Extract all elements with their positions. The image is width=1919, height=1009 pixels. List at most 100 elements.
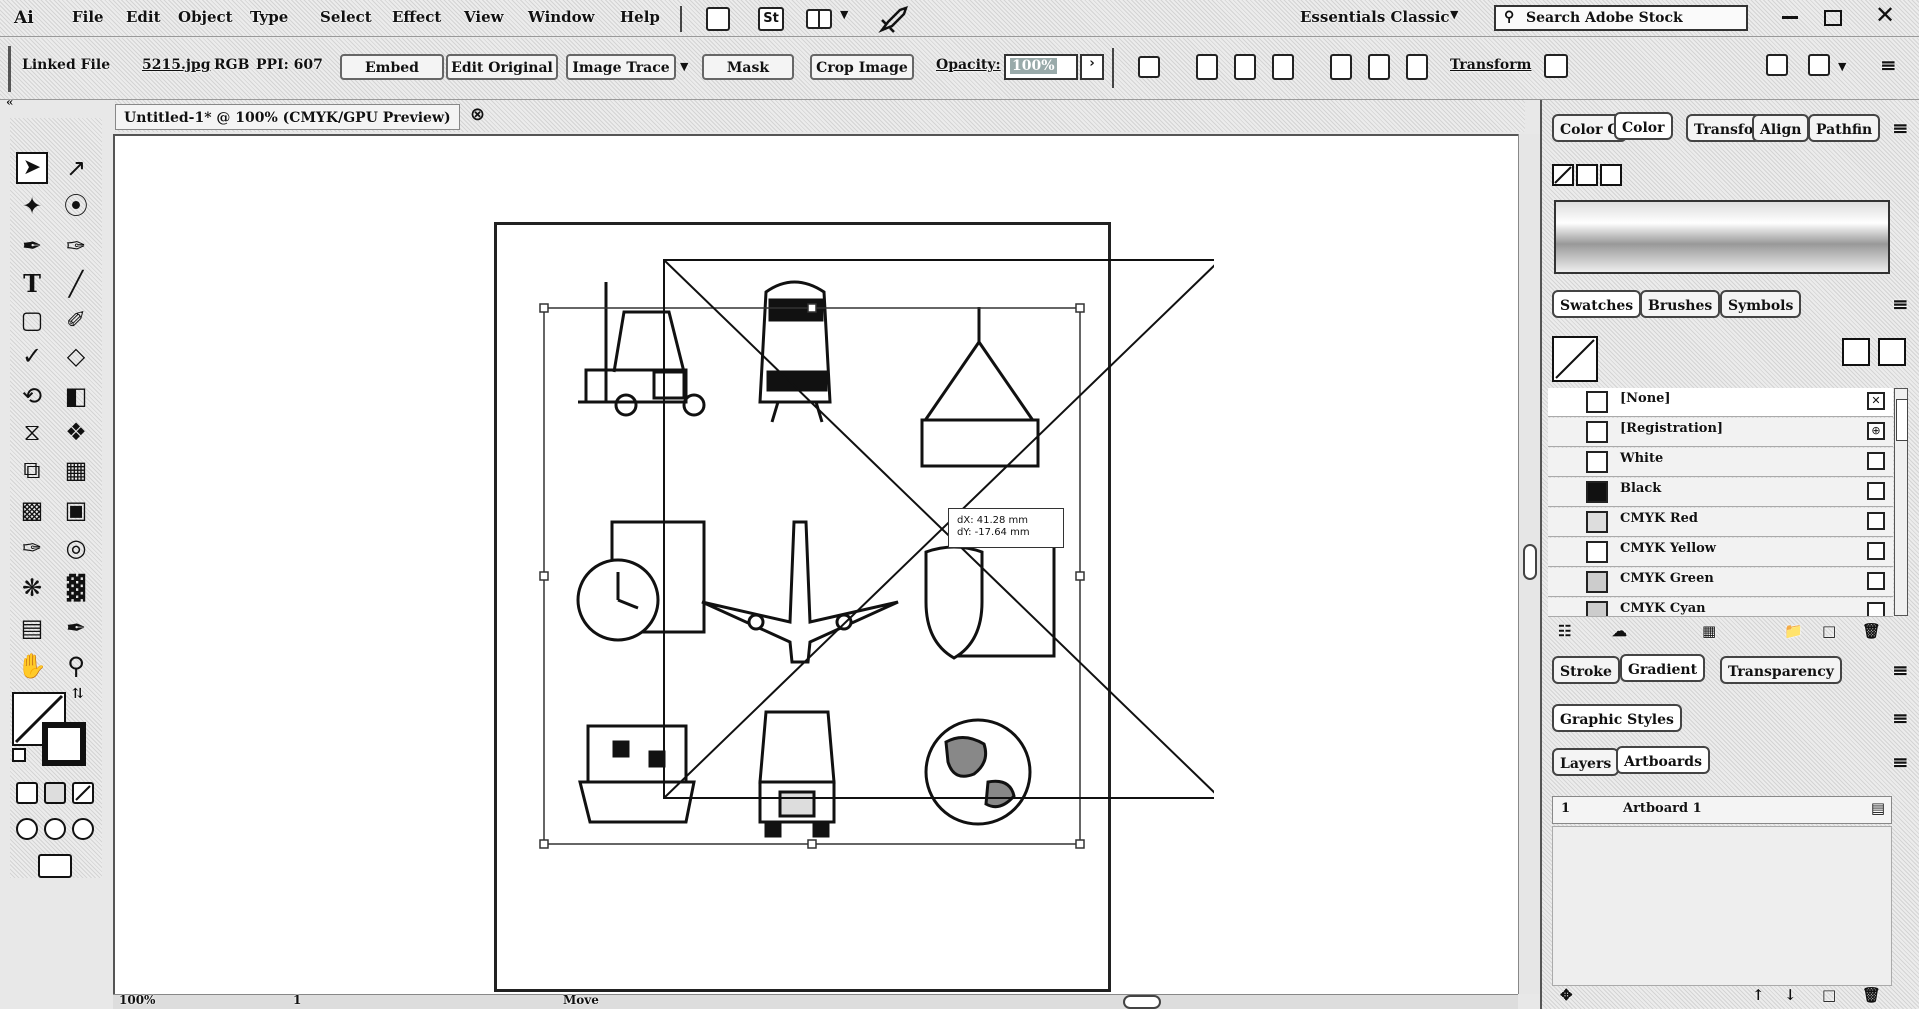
opacity-input[interactable]: 100% [1004, 54, 1078, 80]
swatch-row-cmyk-red[interactable]: CMYK Red [1548, 508, 1893, 537]
menu-view[interactable]: View [464, 8, 504, 26]
horizontal-scroll-thumb[interactable] [1123, 995, 1161, 1009]
column-graph-tool-icon[interactable]: ▓ [60, 572, 92, 604]
chevron-down-icon[interactable]: ▼ [840, 8, 848, 21]
tab-gradient[interactable]: Gradient [1620, 654, 1706, 682]
lasso-tool-icon[interactable]: ⦿ [60, 190, 92, 222]
artboard-tool-icon[interactable]: ▤ [16, 612, 48, 644]
swatch-options-icon[interactable]: ▦ [1702, 622, 1716, 640]
menu-file[interactable]: File [72, 8, 104, 26]
swatch-row-cmyk-yellow[interactable]: CMYK Yellow [1548, 538, 1893, 567]
stock-button[interactable]: St [758, 7, 784, 31]
tab-transform[interactable]: Transfo [1686, 114, 1762, 142]
type-tool-icon[interactable]: T [16, 268, 48, 300]
mask-button[interactable]: Mask [702, 54, 794, 80]
swatches-scrollbar[interactable] [1894, 388, 1908, 616]
edit-original-button[interactable]: Edit Original [446, 54, 558, 80]
align-top-icon[interactable] [1330, 54, 1352, 80]
gpu-rocket-icon[interactable] [878, 4, 910, 34]
move-down-icon[interactable]: ↓ [1784, 986, 1797, 1004]
swatch-libraries-icon[interactable]: ☷ [1558, 622, 1571, 640]
graphic-styles-menu-icon[interactable]: ≡ [1892, 706, 1909, 730]
placed-image[interactable] [494, 222, 1214, 1002]
none-mode-icon[interactable] [72, 782, 94, 804]
close-document-icon[interactable]: ⊗ [470, 104, 485, 125]
bridge-icon[interactable] [706, 7, 730, 31]
new-artboard-icon[interactable]: □ [1822, 986, 1836, 1004]
direct-selection-tool-icon[interactable]: ↗ [60, 152, 92, 184]
magic-wand-tool-icon[interactable]: ✦ [16, 190, 48, 222]
swatch-row-cmyk-cyan[interactable]: CMYK Cyan [1548, 598, 1893, 617]
hand-tool-icon[interactable]: ✋ [16, 650, 48, 682]
move-up-icon[interactable]: ↑ [1752, 986, 1765, 1004]
tab-artboards[interactable]: Artboards [1616, 746, 1710, 774]
puppet-warp-tool-icon[interactable]: ❖ [60, 416, 92, 448]
paintbrush-tool-icon[interactable]: ✐ [60, 304, 92, 336]
workspace-switcher[interactable]: Essentials Classic [1300, 8, 1450, 26]
delete-artboard-icon[interactable]: 🗑 [1862, 986, 1881, 1004]
perspective-grid-tool-icon[interactable]: ▦ [60, 454, 92, 486]
tab-pathfinder[interactable]: Pathfin [1808, 114, 1881, 142]
swatch-row-cmyk-green[interactable]: CMYK Green [1548, 568, 1893, 597]
artboard-page-number[interactable]: 1 [293, 993, 301, 1007]
color-none-icon[interactable] [1552, 164, 1574, 186]
swatch-row-white[interactable]: White [1548, 448, 1893, 477]
embed-button[interactable]: Embed [340, 54, 444, 80]
rectangle-tool-icon[interactable]: ▢ [16, 304, 48, 336]
draw-behind-icon[interactable] [44, 818, 66, 840]
pen-tool-icon[interactable]: ✒ [16, 230, 48, 262]
default-fill-stroke-icon[interactable] [12, 748, 26, 762]
distribute-chevron-icon[interactable]: ▼ [1838, 60, 1846, 73]
scale-tool-icon[interactable]: ◧ [60, 380, 92, 412]
list-view-icon[interactable] [1842, 338, 1870, 366]
collapse-toolbar-icon[interactable]: « [6, 95, 14, 109]
color-black-icon[interactable] [1600, 164, 1622, 186]
opacity-label[interactable]: Opacity: [936, 57, 1001, 73]
zoom-level[interactable]: 100% [119, 993, 155, 1007]
swap-fill-stroke-icon[interactable]: ⇅ [72, 686, 84, 702]
swatches-fill-stroke-icon[interactable] [1552, 336, 1598, 382]
menu-type[interactable]: Type [250, 8, 288, 26]
image-trace-chevron-icon[interactable]: ▼ [680, 60, 688, 73]
draw-normal-icon[interactable] [16, 818, 38, 840]
tab-stroke[interactable]: Stroke [1552, 656, 1620, 684]
artboards-menu-icon[interactable]: ≡ [1892, 750, 1909, 774]
grid-view-icon[interactable] [1878, 338, 1906, 366]
draw-inside-icon[interactable] [72, 818, 94, 840]
tab-layers[interactable]: Layers [1552, 748, 1620, 776]
file-name-link[interactable]: 5215.jpg [142, 57, 210, 73]
eraser-tool-icon[interactable]: ◇ [60, 340, 92, 372]
delete-swatch-icon[interactable]: 🗑 [1862, 622, 1881, 640]
rotate-tool-icon[interactable]: ⟲ [16, 380, 48, 412]
menu-effect[interactable]: Effect [392, 8, 441, 26]
close-window-button[interactable]: ✕ [1860, 0, 1910, 30]
gradient-panel-menu-icon[interactable]: ≡ [1892, 658, 1909, 682]
panel-menu-icon[interactable]: ≡ [1880, 53, 1897, 77]
color-white-icon[interactable] [1576, 164, 1598, 186]
stroke-swatch[interactable] [42, 722, 86, 766]
tab-symbols[interactable]: Symbols [1720, 290, 1802, 318]
menu-object[interactable]: Object [178, 8, 233, 26]
artboard-list-row[interactable]: 1 Artboard 1 ▤ [1552, 796, 1892, 824]
rearrange-artboards-icon[interactable]: ✥ [1560, 986, 1573, 1004]
minimize-button[interactable] [1770, 4, 1810, 28]
align-right-icon[interactable] [1272, 54, 1294, 80]
align-horizontal-center-icon[interactable] [1234, 54, 1256, 80]
workspace-chevron-icon[interactable]: ▼ [1450, 8, 1458, 21]
artboard-options-icon[interactable]: ▤ [1871, 799, 1885, 817]
swatch-row-registration[interactable]: [Registration] ⊕ [1548, 418, 1893, 447]
gradient-mode-icon[interactable] [44, 782, 66, 804]
tab-brushes[interactable]: Brushes [1640, 290, 1721, 318]
transform-link[interactable]: Transform [1450, 57, 1531, 73]
image-trace-button[interactable]: Image Trace [566, 54, 676, 80]
document-tab[interactable]: Untitled-1* @ 100% (CMYK/GPU Preview) [115, 104, 460, 130]
new-color-group-icon[interactable]: 📁 [1784, 622, 1803, 640]
menu-edit[interactable]: Edit [126, 8, 161, 26]
restore-button[interactable] [1812, 4, 1852, 28]
tab-color[interactable]: Color [1614, 112, 1673, 140]
crop-image-button[interactable]: Crop Image [810, 54, 914, 80]
grip-handle[interactable] [8, 46, 11, 92]
swatches-panel-menu-icon[interactable]: ≡ [1892, 292, 1909, 316]
arrange-documents-icon[interactable] [806, 9, 832, 29]
swatch-row-none[interactable]: [None] ✕ [1548, 388, 1893, 417]
